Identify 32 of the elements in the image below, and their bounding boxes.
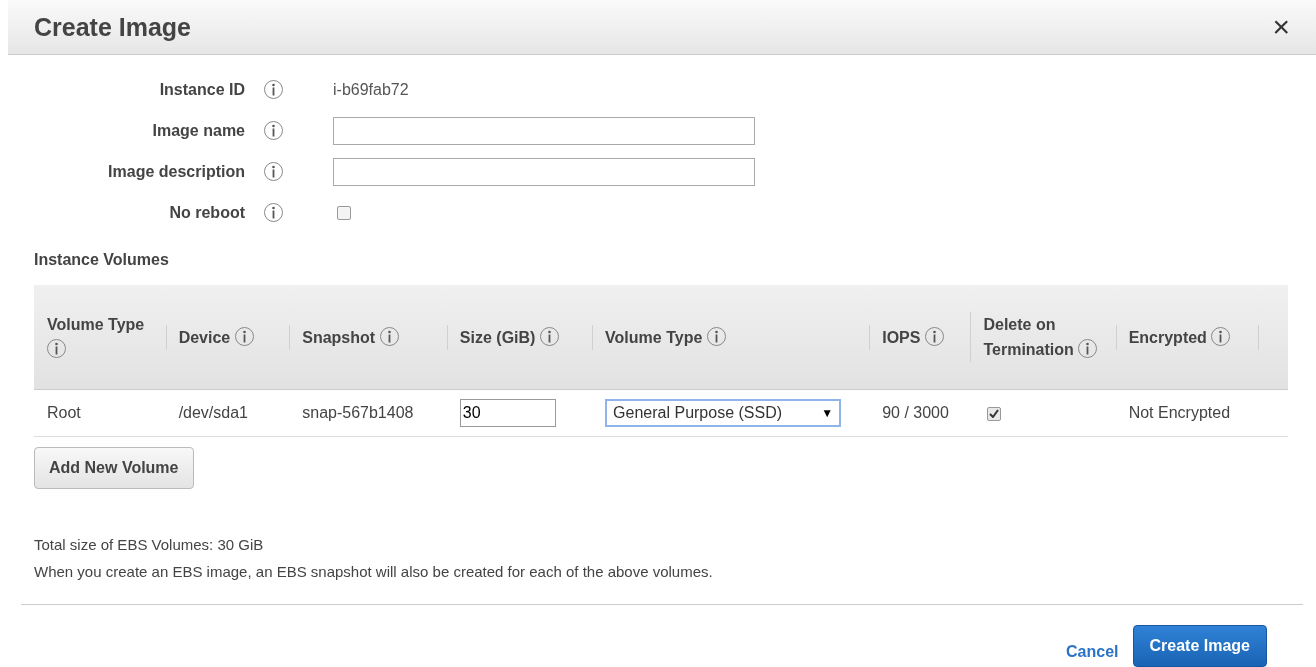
- column-label: Volume Type: [605, 328, 703, 346]
- add-volume-button[interactable]: Add New Volume: [34, 447, 194, 489]
- table-cell: 90 / 3000: [882, 404, 949, 421]
- input-field[interactable]: [333, 157, 755, 186]
- section-title: Instance Volumes: [34, 251, 170, 269]
- checkbox[interactable]: [987, 406, 1002, 421]
- column-label: Encrypted: [1128, 328, 1207, 346]
- create-image-button[interactable]: Create Image: [1132, 625, 1267, 667]
- checkbox[interactable]: [337, 205, 351, 220]
- table-cell: Root: [47, 404, 81, 421]
- volume-type-dropdown[interactable]: General Purpose (SSD) ▼: [605, 399, 842, 427]
- summary-text: When you create an EBS image, an EBS snapshot will also be created for each of the above volumes.: [34, 562, 714, 582]
- close-button[interactable]: ×: [1272, 12, 1290, 42]
- cancel-link[interactable]: Cancel: [1066, 643, 1119, 661]
- input-field[interactable]: [333, 116, 755, 145]
- field-label: Instance ID: [158, 80, 245, 99]
- field-label: Image name: [151, 121, 245, 140]
- field-label: Image description: [107, 162, 245, 181]
- table-cell: Not Encrypted: [1128, 404, 1231, 421]
- column-label: Delete on Termination: [983, 316, 1074, 358]
- field-label: No reboot: [168, 203, 245, 222]
- column-label: Size (GiB): [459, 328, 536, 346]
- dialog-title: Create Image: [34, 12, 192, 42]
- column-label: IOPS: [882, 328, 921, 346]
- column-label: Device: [178, 328, 231, 346]
- table-cell: /dev/sda1: [178, 404, 248, 421]
- size-input[interactable]: 30: [459, 399, 556, 427]
- instance-id-value: i-b69fab72: [333, 80, 409, 99]
- column-label: Volume Type: [47, 316, 145, 333]
- table-cell: snap-567b1408: [302, 404, 414, 421]
- column-label: Snapshot: [302, 328, 376, 346]
- summary-text: Total size of EBS Volumes: 30 GiB: [34, 535, 265, 555]
